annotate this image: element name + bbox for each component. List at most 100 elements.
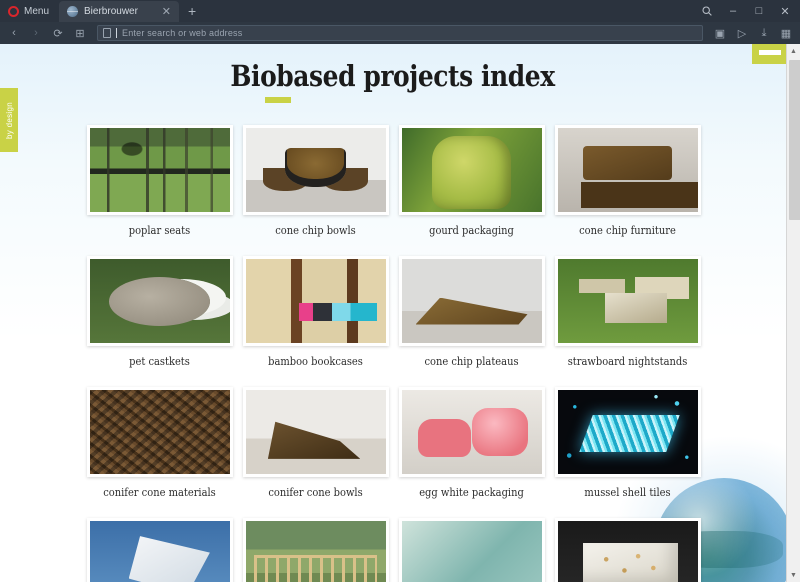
project-caption: bamboo bookcases <box>267 355 363 368</box>
project-card[interactable]: bamboo bookcases <box>238 250 393 381</box>
side-tab-label: by design <box>4 101 14 139</box>
page-scrollbar[interactable]: ▲ ▼ <box>786 44 800 582</box>
project-thumbnail-frame[interactable] <box>554 518 701 582</box>
project-thumbnail-frame[interactable] <box>398 125 545 215</box>
project-thumbnail-frame[interactable] <box>554 125 701 215</box>
project-card[interactable]: cone chip bowls <box>238 119 393 250</box>
project-thumbnail-frame[interactable] <box>398 518 545 582</box>
title-bar: Menu Bierbrouwer ✕ + – □ ✕ <box>0 0 800 22</box>
project-caption: cone chip bowls <box>274 224 356 237</box>
project-card[interactable]: conifer cone bowls <box>238 381 393 512</box>
project-thumbnail-image <box>245 521 386 582</box>
menu-label: Menu <box>24 5 50 17</box>
project-thumbnail-frame[interactable] <box>242 387 389 477</box>
extensions-icon[interactable]: ▦ <box>776 24 796 42</box>
title-accent-rule <box>265 97 291 103</box>
project-thumbnail-image <box>557 259 698 343</box>
scroll-up-icon[interactable]: ▲ <box>787 44 800 58</box>
tab-strip: Bierbrouwer ✕ + <box>59 0 694 22</box>
project-thumbnail-image <box>557 521 698 582</box>
project-card[interactable]: gourd packaging <box>394 119 549 250</box>
page-content: Biobased projects index poplar seats cone… <box>0 44 800 582</box>
browser-window: Menu Bierbrouwer ✕ + – □ ✕ ‹ › ⟳ ⊞ Enter… <box>0 0 800 582</box>
search-input[interactable]: Enter search or web address <box>122 28 242 38</box>
address-bar[interactable]: Enter search or web address <box>97 25 703 41</box>
scrollbar-thumb[interactable] <box>789 60 800 220</box>
project-thumbnail-frame[interactable] <box>242 125 389 215</box>
window-controls: – □ ✕ <box>694 0 800 22</box>
project-card[interactable] <box>550 512 705 582</box>
project-thumbnail-image <box>89 259 230 343</box>
project-thumbnail-image <box>401 259 542 343</box>
project-thumbnail-image <box>557 390 698 474</box>
project-thumbnail-frame[interactable] <box>242 256 389 346</box>
snapshot-icon[interactable]: ▣ <box>710 24 730 42</box>
project-caption: cone chip plateaus <box>423 355 519 368</box>
close-button[interactable]: ✕ <box>772 0 798 22</box>
tab-title: Bierbrouwer <box>84 6 138 17</box>
project-thumbnail-frame[interactable] <box>86 387 233 477</box>
corner-accent-badge[interactable] <box>752 44 788 64</box>
project-card[interactable] <box>238 512 393 582</box>
project-caption: conifer cone bowls <box>267 486 363 499</box>
text-caret <box>116 28 117 38</box>
speed-dial-icon[interactable]: ⊞ <box>70 24 90 42</box>
forward-icon[interactable]: › <box>26 24 46 42</box>
maximize-button[interactable]: □ <box>746 0 772 22</box>
project-card[interactable]: pet castkets <box>82 250 237 381</box>
minimize-button[interactable]: – <box>720 0 746 22</box>
project-thumbnail-image <box>245 128 386 212</box>
project-card[interactable]: cone chip furniture <box>550 119 705 250</box>
reload-icon[interactable]: ⟳ <box>48 24 68 42</box>
project-thumbnail-image <box>245 390 386 474</box>
project-thumbnail-frame[interactable] <box>86 125 233 215</box>
browser-tab-bierbrouwer[interactable]: Bierbrouwer ✕ <box>59 1 180 22</box>
project-caption: egg white packaging <box>418 486 524 499</box>
project-thumbnail-frame[interactable] <box>398 256 545 346</box>
project-thumbnail-image <box>401 128 542 212</box>
search-icon[interactable] <box>694 0 720 22</box>
project-thumbnail-image <box>557 128 698 212</box>
project-caption: strawboard nightstands <box>567 355 687 368</box>
project-thumbnail-frame[interactable] <box>86 256 233 346</box>
project-thumbnail-image <box>89 128 230 212</box>
close-icon[interactable]: ✕ <box>160 5 173 18</box>
project-thumbnail-image <box>401 390 542 474</box>
page-header: Biobased projects index <box>0 44 786 103</box>
flow-icon[interactable]: ▷ <box>732 24 752 42</box>
project-thumbnail-frame[interactable] <box>242 518 389 582</box>
project-caption: poplar seats <box>128 224 190 237</box>
project-caption: gourd packaging <box>428 224 514 237</box>
page-viewport: by design Biobased projects index poplar… <box>0 44 800 582</box>
project-card[interactable] <box>82 512 237 582</box>
side-tab-by-design[interactable]: by design <box>0 88 18 152</box>
project-caption: pet castkets <box>128 355 190 368</box>
project-card[interactable]: conifer cone materials <box>82 381 237 512</box>
project-thumbnail-frame[interactable] <box>86 518 233 582</box>
opera-menu-button[interactable]: Menu <box>0 0 59 22</box>
badge-bar-icon <box>759 50 781 55</box>
project-card[interactable]: egg white packaging <box>394 381 549 512</box>
project-thumbnail-frame[interactable] <box>398 387 545 477</box>
opera-logo-icon <box>8 5 19 17</box>
project-card[interactable]: strawboard nightstands <box>550 250 705 381</box>
project-thumbnail-frame[interactable] <box>554 256 701 346</box>
downloads-icon[interactable]: ⤓ <box>754 24 774 42</box>
new-tab-button[interactable]: + <box>179 1 205 22</box>
page-title: Biobased projects index <box>230 59 556 93</box>
project-thumbnail-image <box>89 390 230 474</box>
scroll-down-icon[interactable]: ▼ <box>787 568 800 582</box>
project-card[interactable]: cone chip plateaus <box>394 250 549 381</box>
project-card[interactable]: mussel shell tiles <box>550 381 705 512</box>
project-thumbnail-image <box>245 259 386 343</box>
page-document-icon <box>103 28 111 38</box>
globe-icon <box>67 6 79 17</box>
project-thumbnail-image <box>401 521 542 582</box>
project-caption: cone chip furniture <box>578 224 676 237</box>
project-card[interactable]: poplar seats <box>82 119 237 250</box>
project-card[interactable] <box>394 512 549 582</box>
project-caption: mussel shell tiles <box>583 486 671 499</box>
project-thumbnail-frame[interactable] <box>554 387 701 477</box>
project-caption: conifer cone materials <box>102 486 216 499</box>
back-icon[interactable]: ‹ <box>4 24 24 42</box>
